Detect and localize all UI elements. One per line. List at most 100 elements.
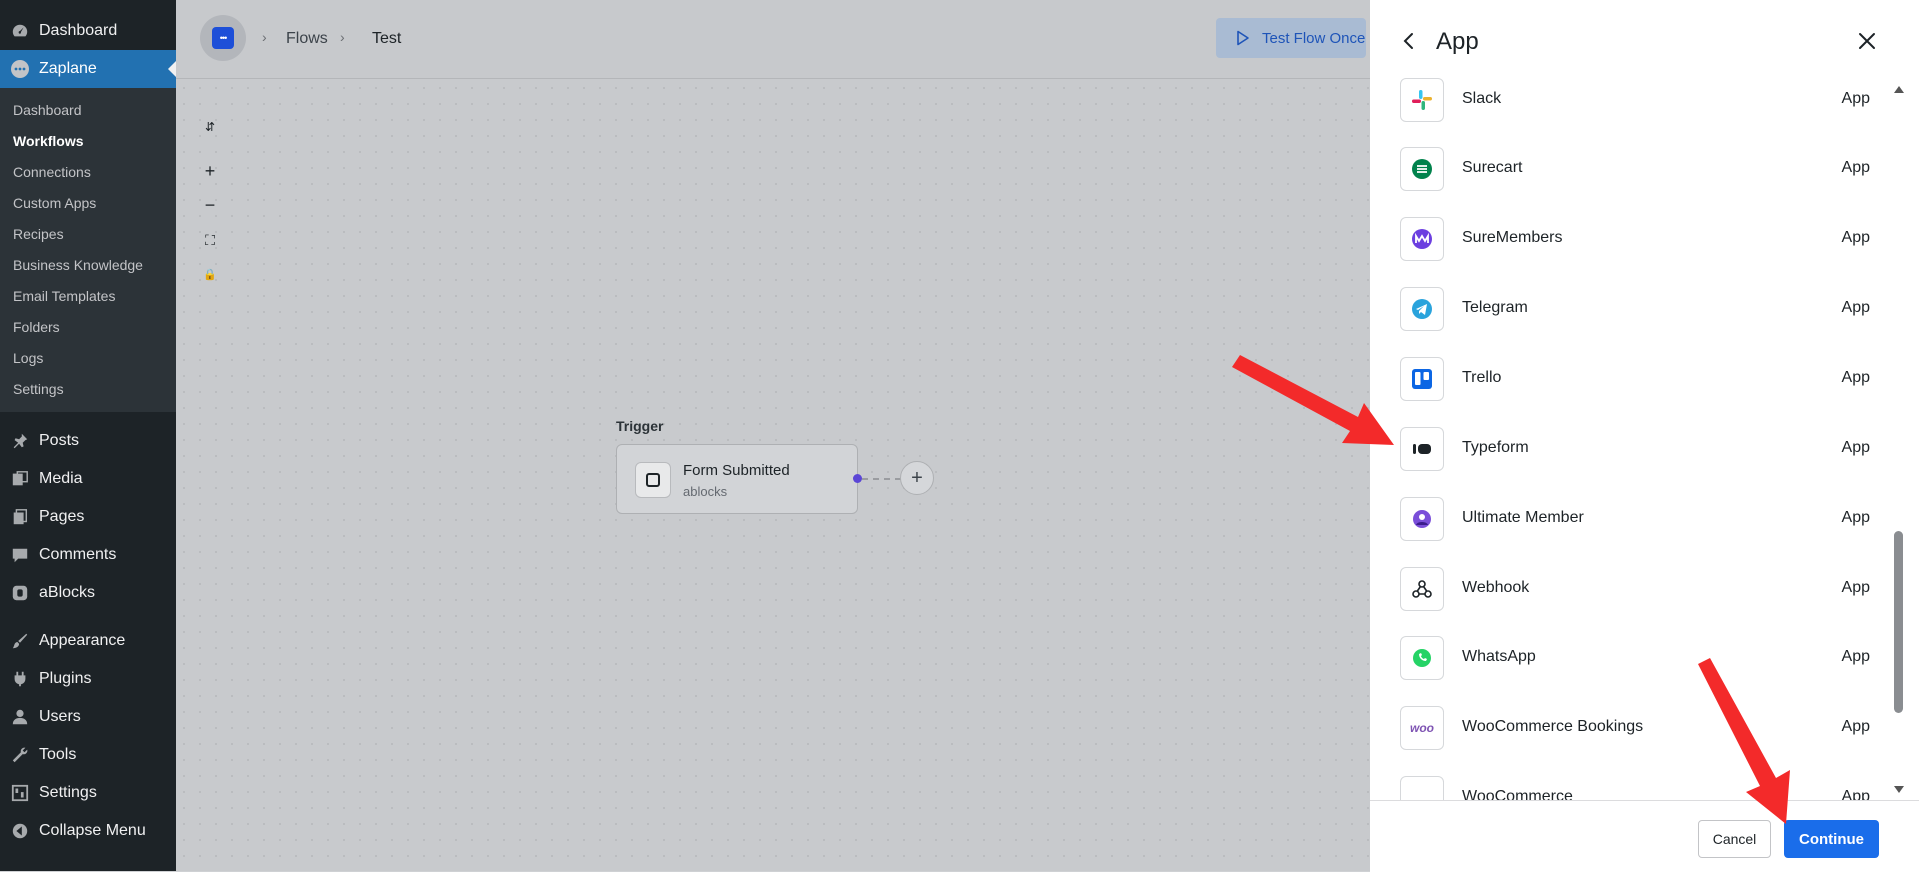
chevron-left-icon[interactable]	[1398, 30, 1420, 52]
submenu-business-knowledge[interactable]: Business Knowledge	[0, 249, 176, 280]
app-type: App	[1841, 439, 1870, 456]
submenu-connections[interactable]: Connections	[0, 156, 176, 187]
slack-icon	[1400, 78, 1444, 122]
chevron-right-icon: ›	[262, 29, 267, 45]
surecart-icon	[1400, 147, 1444, 191]
menu-comments[interactable]: Comments	[0, 536, 176, 574]
menu-ablocks[interactable]: aBlocks	[0, 574, 176, 612]
menu-users[interactable]: Users	[0, 698, 176, 736]
wrench-icon	[10, 745, 30, 765]
submenu-logs[interactable]: Logs	[0, 342, 176, 373]
fit-view-icon[interactable]: ⛶	[200, 230, 220, 250]
submenu-recipes[interactable]: Recipes	[0, 218, 176, 249]
sort-icon[interactable]: ⇵	[200, 117, 220, 137]
comment-icon	[10, 545, 30, 565]
app-type: App	[1841, 90, 1870, 107]
ultimate-member-icon	[1400, 497, 1444, 541]
app-row-telegram[interactable]: Telegram App	[1400, 279, 1870, 339]
close-icon[interactable]	[1854, 28, 1880, 54]
menu-label: Zaplane	[39, 60, 97, 77]
app-row-trello[interactable]: Trello App	[1400, 349, 1870, 409]
app-logo[interactable]: •••	[200, 15, 246, 61]
scroll-up-arrow[interactable]	[1894, 86, 1904, 93]
trigger-label: Trigger	[616, 418, 664, 434]
app-type: App	[1841, 509, 1870, 526]
app-selection-panel: App Slack App Surecart App SureMembers A…	[1370, 0, 1919, 872]
app-row-surecart[interactable]: Surecart App	[1400, 139, 1870, 199]
menu-appearance[interactable]: Appearance	[0, 622, 176, 660]
trigger-node[interactable]: Form Submitted ablocks	[616, 444, 858, 514]
admin-sidebar: Dashboard Zaplane Dashboard Workflows Co…	[0, 0, 176, 871]
app-row-suremembers[interactable]: SureMembers App	[1400, 209, 1870, 269]
submenu-settings[interactable]: Settings	[0, 373, 176, 404]
lock-icon[interactable]: 🔒	[200, 264, 220, 284]
collapse-icon	[10, 821, 30, 841]
node-handle[interactable]	[853, 474, 862, 483]
menu-label: Appearance	[39, 632, 126, 649]
menu-media[interactable]: Media	[0, 460, 176, 498]
zaplane-icon	[10, 59, 30, 79]
menu-collapse[interactable]: Collapse Menu	[0, 812, 176, 850]
app-row-slack[interactable]: Slack App	[1400, 76, 1870, 130]
whatsapp-icon	[1400, 636, 1444, 680]
zoom-in-icon[interactable]: +	[200, 161, 220, 181]
app-name: SureMembers	[1462, 229, 1563, 246]
app-type: App	[1841, 648, 1870, 665]
scrollbar-thumb[interactable]	[1894, 531, 1903, 713]
submenu-workflows[interactable]: Workflows	[0, 125, 176, 156]
menu-label: Pages	[39, 508, 85, 525]
settings-icon	[10, 783, 30, 803]
webhook-icon	[1400, 567, 1444, 611]
menu-tools[interactable]: Tools	[0, 736, 176, 774]
menu-zaplane[interactable]: Zaplane	[0, 50, 176, 88]
annotation-arrow-continue	[1698, 658, 1790, 824]
app-type: App	[1841, 788, 1870, 800]
app-name: WhatsApp	[1462, 648, 1536, 665]
app-type: App	[1841, 229, 1870, 246]
app-type: App	[1841, 159, 1870, 176]
menu-pages[interactable]: Pages	[0, 498, 176, 536]
submenu-email-templates[interactable]: Email Templates	[0, 280, 176, 311]
breadcrumb-flows[interactable]: Flows	[286, 30, 328, 48]
panel-header: App	[1370, 0, 1919, 82]
menu-label: Posts	[39, 432, 80, 449]
app-name: Trello	[1462, 369, 1502, 386]
form-icon	[635, 462, 671, 498]
submenu-custom-apps[interactable]: Custom Apps	[0, 187, 176, 218]
menu-label: Dashboard	[39, 22, 118, 39]
app-name: Slack	[1462, 90, 1502, 107]
zoom-out-icon[interactable]: −	[200, 195, 220, 215]
app-type: App	[1841, 369, 1870, 386]
app-name: Surecart	[1462, 159, 1523, 176]
app-list: Slack App Surecart App SureMembers App T…	[1370, 76, 1919, 800]
user-icon	[10, 707, 30, 727]
test-flow-button[interactable]: Test Flow Once	[1216, 18, 1366, 58]
logo-icon: •••	[212, 27, 234, 49]
menu-dashboard[interactable]: Dashboard	[0, 12, 176, 50]
app-name: Telegram	[1462, 299, 1528, 316]
menu-label: Plugins	[39, 670, 92, 687]
scroll-down-arrow[interactable]	[1894, 786, 1904, 793]
menu-settings[interactable]: Settings	[0, 774, 176, 812]
app-row-ultimate-member[interactable]: Ultimate Member App	[1400, 489, 1870, 549]
typeform-icon	[1400, 427, 1444, 471]
panel-title: App	[1436, 28, 1479, 55]
menu-label: Comments	[39, 546, 117, 563]
dashboard-icon	[10, 21, 30, 41]
menu-plugins[interactable]: Plugins	[0, 660, 176, 698]
app-name: Typeform	[1462, 439, 1529, 456]
menu-posts[interactable]: Posts	[0, 422, 176, 460]
test-flow-label: Test Flow Once	[1262, 29, 1366, 47]
submenu-folders[interactable]: Folders	[0, 311, 176, 342]
app-row-webhook[interactable]: Webhook App	[1400, 559, 1870, 619]
zaplane-submenu: Dashboard Workflows Connections Custom A…	[0, 88, 176, 412]
woo-icon: woo	[1400, 706, 1444, 750]
woo-icon	[1400, 776, 1444, 800]
telegram-icon	[1400, 287, 1444, 331]
add-step-button[interactable]: +	[900, 461, 934, 495]
menu-label: Settings	[39, 784, 97, 801]
menu-label: aBlocks	[39, 584, 96, 601]
submenu-dashboard[interactable]: Dashboard	[0, 94, 176, 125]
app-row-typeform[interactable]: Typeform App	[1400, 419, 1870, 479]
menu-label: Tools	[39, 746, 77, 763]
